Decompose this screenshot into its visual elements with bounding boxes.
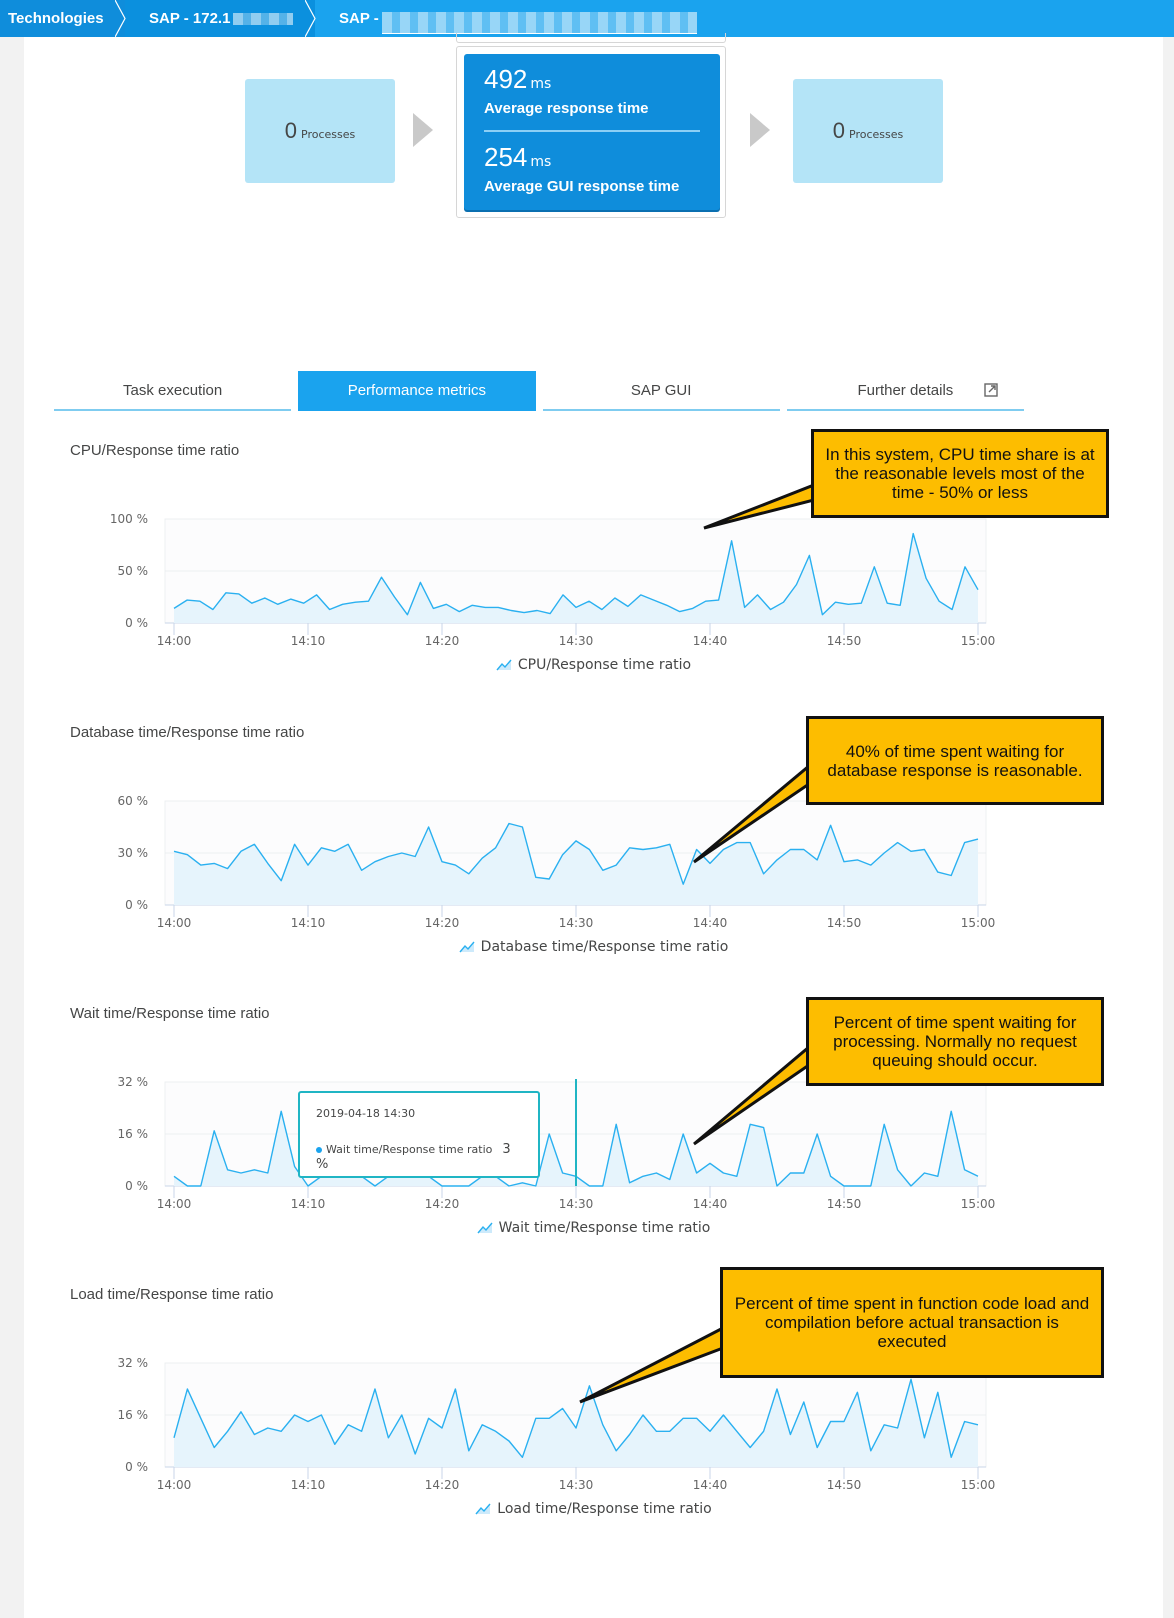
response-time-box[interactable]: 492 ms Average response time 254 ms Averag… [464,54,720,210]
page: Technologies SAP - 172.1 SAP - 0 Process… [0,0,1174,1618]
breadcrumb-label: Technologies [8,10,104,27]
avg-response-metric: 492 ms Average response time [484,54,700,130]
callout-tail [579,1325,725,1404]
tab-sap-gui[interactable]: SAP GUI [542,371,780,411]
breadcrumb-label: SAP - [339,10,379,27]
chart-section-wait: Wait time/Response time ratio 0 % 16 % 32 %… [24,997,1163,1265]
callout-tail [693,762,811,864]
annotation-callout: Percent of time spent in function code l… [720,1267,1104,1378]
breadcrumb: Technologies SAP - 172.1 SAP - [0,0,1174,37]
breadcrumb-item-sap-host[interactable]: SAP - 172.1 [125,0,316,37]
chart-section-cpu: CPU/Response time ratio 0 % 50 % 100 % 14:00… [24,429,1163,702]
metric-unit: ms [530,154,552,170]
breadcrumb-item-technologies[interactable]: Technologies [0,0,126,37]
callout-text: In this system, CPU time share is at the… [825,445,1095,502]
metric-value: 492 [484,64,528,94]
callout-text: Percent of time spent waiting for proces… [833,1013,1077,1070]
annotation-callout: 40% of time spent waiting for database r… [806,716,1104,805]
metric-unit: ms [530,76,552,92]
scrollbar-gutter [1163,37,1174,1618]
callout-tail [693,1043,811,1146]
metric-label: Average GUI response time [484,178,680,195]
arrow-right-icon [750,113,770,147]
callout-text: 40% of time spent waiting for database r… [827,741,1083,780]
breadcrumb-label: SAP - 172.1 [149,10,231,27]
metric-label: Average response time [484,100,649,117]
outgoing-processes-box[interactable]: 0 Processes [793,79,943,183]
chart-section-database: Database time/Response time ratio 0 % 30 %… [24,716,1163,984]
annotation-callout: Percent of time spent waiting for proces… [806,997,1104,1086]
process-unit: Processes [301,127,356,141]
tab-task-execution[interactable]: Task execution [54,371,292,411]
tab-label: Performance metrics [347,381,487,399]
main-content: 0 Processes 492 ms Average response time … [24,33,1163,1618]
chevron-right-icon [305,0,316,37]
arrow-right-icon [413,113,433,147]
tab-performance-metrics[interactable]: Performance metrics [298,371,536,411]
callout-tail [703,482,816,530]
sap-system-node: 492 ms Average response time 254 ms Averag… [456,46,726,218]
tab-further-details[interactable]: Further details [786,371,1024,411]
incoming-processes-box[interactable]: 0 Processes [245,79,395,183]
metric-value: 254 [484,142,528,172]
process-count: 0 [284,118,297,143]
callout-text: Percent of time spent in function code l… [734,1294,1090,1351]
redacted-text [381,11,697,34]
annotation-callout: In this system, CPU time share is at the… [811,429,1109,518]
tab-label: SAP GUI [630,381,692,399]
breadcrumb-item-sap-system[interactable]: SAP - [315,0,1174,37]
tab-label: Task execution [123,381,223,399]
chevron-right-icon [115,0,126,37]
tab-label: Further details [857,381,954,399]
avg-gui-response-metric: 254 ms Average GUI response time [484,130,700,206]
process-count: 0 [832,118,845,143]
tab-bar: Task execution Performance metrics SAP G… [54,371,1024,411]
redacted-text [233,12,294,25]
external-link-icon [984,383,998,397]
chart-section-load: Load time/Response time ratio 0 % 16 % 32 %… [24,1267,1163,1546]
process-unit: Processes [849,127,904,141]
flow-upper-stub [456,33,726,43]
